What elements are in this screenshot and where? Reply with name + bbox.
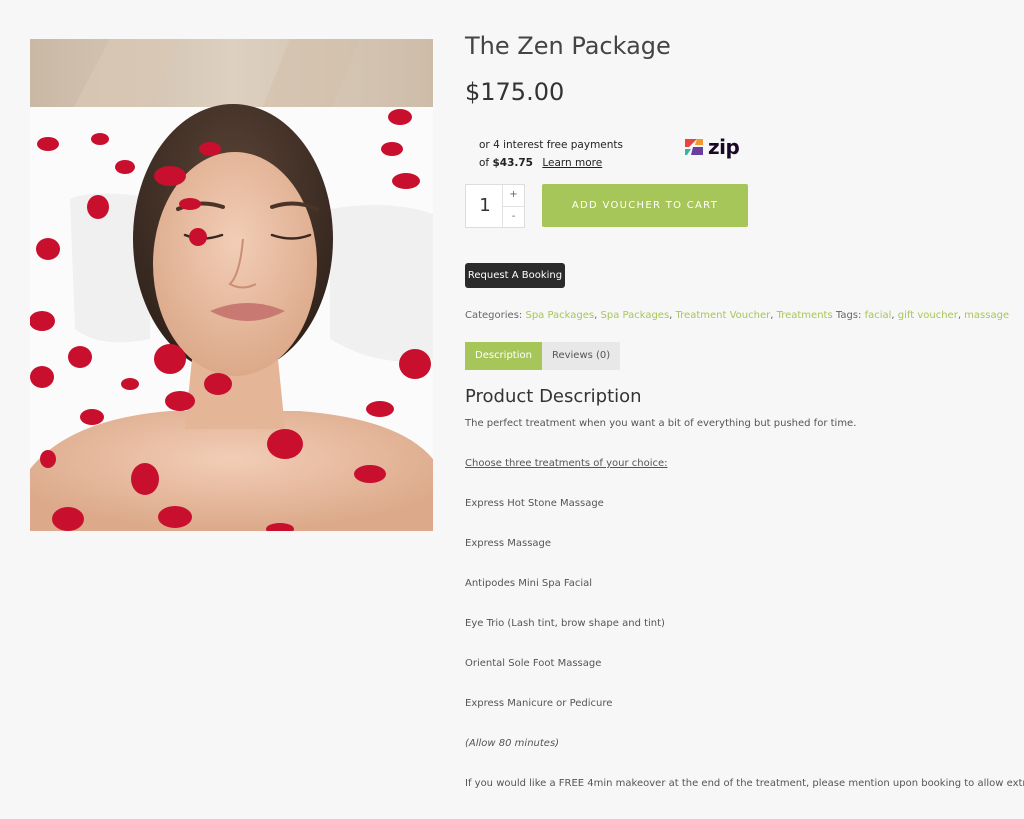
treatment-item: Eye Trio (Lash tint, brow shape and tint… (465, 618, 665, 629)
description-heading: Product Description (465, 386, 642, 407)
category-link[interactable]: Spa Packages (601, 310, 670, 321)
tag-link[interactable]: massage (964, 310, 1009, 321)
quantity-input[interactable]: 1 (466, 185, 504, 227)
quantity-stepper[interactable]: 1 + - (465, 184, 525, 228)
description-duration: (Allow 80 minutes) (465, 738, 560, 749)
add-to-cart-button[interactable]: ADD VOUCHER TO CART (542, 184, 748, 227)
tab-description[interactable]: Description (465, 342, 542, 370)
request-booking-button[interactable]: Request A Booking (465, 263, 565, 288)
zip-line1: or 4 interest free payments (479, 139, 624, 151)
treatment-item: Express Manicure or Pedicure (465, 698, 613, 709)
zip-amount: $43.75 (492, 157, 533, 169)
treatment-item: Oriental Sole Foot Massage (465, 658, 602, 669)
product-tabs: Description Reviews (0) (465, 342, 621, 370)
description-intro: The perfect treatment when you want a bi… (465, 418, 857, 429)
quantity-decrease-button[interactable]: - (503, 207, 524, 228)
zip-payment-info: or 4 interest free payments of $43.75 Le… (479, 136, 623, 172)
quantity-increase-button[interactable]: + (503, 185, 524, 207)
zip-logo-icon (685, 139, 703, 155)
category-link[interactable]: Spa Packages (525, 310, 594, 321)
treatment-item: Express Massage (465, 538, 552, 549)
product-meta: Categories: Spa Packages, Spa Packages, … (465, 310, 1010, 321)
categories-label: Categories: (465, 310, 523, 321)
product-price: $175.00 (465, 78, 565, 106)
product-title: The Zen Package (465, 32, 671, 60)
description-footer: If you would like a FREE 4min makeover a… (465, 778, 1024, 789)
description-choose: Choose three treatments of your choice: (465, 458, 668, 469)
zip-learn-more-link[interactable]: Learn more (542, 157, 602, 169)
zip-logo: zip (683, 135, 740, 159)
tag-link[interactable]: facial (865, 310, 892, 321)
zip-line2: of $43.75 Learn more (479, 154, 623, 172)
quantity-buttons: + - (502, 185, 524, 227)
zip-logo-text: zip (708, 135, 740, 159)
product-image[interactable] (30, 39, 433, 531)
treatment-item: Antipodes Mini Spa Facial (465, 578, 593, 589)
treatment-item: Express Hot Stone Massage (465, 498, 604, 509)
category-link[interactable]: Treatments (777, 310, 833, 321)
zip-line2-prefix: of (479, 157, 490, 169)
tags-label: Tags: (835, 310, 862, 321)
tag-link[interactable]: gift voucher (898, 310, 958, 321)
category-link[interactable]: Treatment Voucher (676, 310, 771, 321)
tab-reviews[interactable]: Reviews (0) (541, 342, 621, 370)
